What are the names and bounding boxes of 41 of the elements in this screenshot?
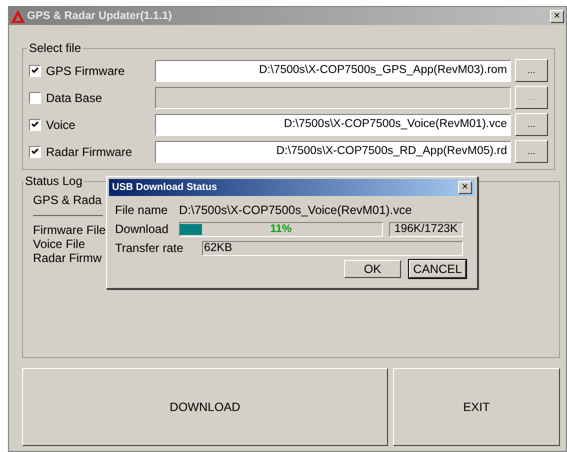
log-line: Radar Firmw	[33, 251, 102, 265]
checkbox-label: Data Base	[46, 90, 102, 106]
close-button[interactable]: ×	[458, 181, 472, 194]
download-button[interactable]: DOWNLOAD	[22, 368, 388, 446]
field-label: Download	[115, 221, 170, 238]
browse-button[interactable]: ...	[515, 113, 548, 136]
dialog-button[interactable]: OK	[344, 260, 401, 278]
check-icon	[31, 148, 39, 155]
field-label: Transfer rate	[115, 240, 184, 257]
group-title: Select file	[28, 40, 82, 57]
exit-button[interactable]: EXIT	[393, 368, 560, 446]
checkbox-label: Voice	[46, 116, 76, 134]
checkbox[interactable]	[29, 118, 41, 130]
log-line: Firmware File	[33, 223, 106, 237]
checkbox-label: GPS Firmware	[46, 62, 125, 80]
dialog-button[interactable]: CANCEL	[409, 260, 466, 278]
file-name-value: D:\7500s\X-COP7500s_Voice(RevM01).vce	[179, 202, 412, 219]
dialog-title: USB Download Status	[112, 181, 218, 195]
group-title: Status Log	[24, 173, 84, 190]
browse-button[interactable]: ...	[515, 59, 548, 82]
checkbox[interactable]	[29, 64, 41, 76]
close-button[interactable]: ×	[550, 10, 564, 22]
rate-value: 62KB	[202, 240, 463, 256]
log-heading: GPS & Rada	[33, 192, 102, 209]
progress-percent: 11%	[269, 222, 293, 236]
check-icon	[31, 121, 39, 128]
path-field[interactable]: D:\7500s\X-COP7500s_Voice(RevM01).vce	[155, 114, 511, 136]
path-value: D:\7500s\X-COP7500s_GPS_App(RevM03).rom	[259, 62, 507, 78]
checkbox[interactable]	[29, 146, 41, 158]
checkbox-label: Radar Firmware	[46, 144, 132, 160]
logo-icon	[11, 10, 25, 22]
path-value: D:\7500s\X-COP7500s_RD_App(RevM05).rd	[276, 144, 507, 159]
window-title: GPS & Radar Updater(1.1.1)	[27, 8, 173, 24]
browse-button[interactable]: ...	[515, 140, 548, 163]
path-value: D:\7500s\X-COP7500s_Voice(RevM01).vce	[284, 116, 507, 132]
size-value: 196K/1723K	[389, 222, 463, 236]
path-field[interactable]: D:\7500s\X-COP7500s_RD_App(RevM05).rd	[155, 140, 511, 162]
check-icon	[31, 67, 39, 74]
field-label: File name	[115, 202, 169, 219]
path-field[interactable]: D:\7500s\X-COP7500s_GPS_App(RevM03).rom	[155, 60, 511, 82]
log-line: Voice File	[33, 237, 86, 251]
